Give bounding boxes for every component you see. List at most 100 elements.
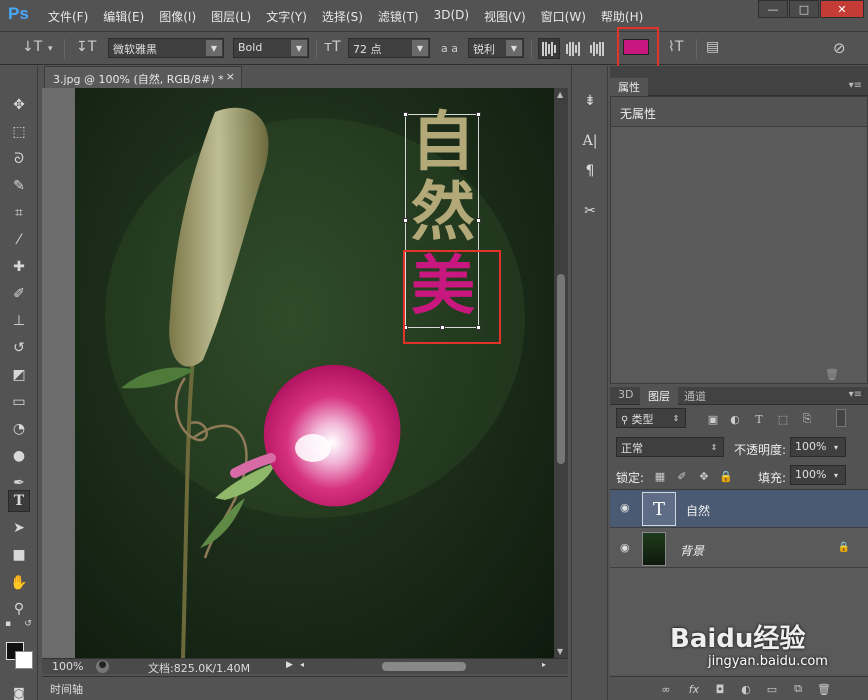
layer-name[interactable]: 自然 xyxy=(686,502,710,519)
menu-filter[interactable]: 滤镜(T) xyxy=(372,8,425,25)
healing-brush-tool-icon[interactable]: ✚ xyxy=(8,256,30,278)
warp-text-icon[interactable]: ⌇T xyxy=(668,39,683,55)
scrollbar-thumb[interactable] xyxy=(557,274,565,464)
photo-canvas[interactable]: 自 然 美 xyxy=(75,88,557,658)
menu-type[interactable]: 文字(Y) xyxy=(260,8,313,25)
quick-mask-icon[interactable]: ◙ xyxy=(8,682,30,700)
align-right-button[interactable] xyxy=(586,38,608,59)
tools-preset-icon[interactable]: ✂ xyxy=(578,200,602,222)
tab-3d[interactable]: 3D xyxy=(610,387,641,405)
scroll-up-icon[interactable]: ▲ xyxy=(557,90,563,99)
background-color-swatch[interactable] xyxy=(15,651,33,669)
paragraph-panel-icon[interactable]: ¶ xyxy=(578,160,602,182)
panel-menu-icon[interactable]: ▾≡ xyxy=(849,389,862,400)
lock-all-icon[interactable]: 🔒 xyxy=(718,468,734,484)
lock-pixels-icon[interactable]: ✐ xyxy=(674,468,690,484)
history-panel-icon[interactable]: ⇟ xyxy=(578,90,602,112)
font-size-select[interactable]: 72 点 ▼ xyxy=(348,38,430,58)
maximize-button[interactable]: □ xyxy=(789,0,819,18)
adjustment-layer-icon[interactable]: ◐ xyxy=(738,681,754,697)
filter-pixel-icon[interactable]: ▣ xyxy=(705,411,721,427)
menu-select[interactable]: 选择(S) xyxy=(316,8,369,25)
align-left-button[interactable] xyxy=(538,38,560,59)
cancel-icon[interactable]: ⊘ xyxy=(833,39,846,57)
eraser-tool-icon[interactable]: ◩ xyxy=(8,364,30,386)
quick-select-tool-icon[interactable]: ✎ xyxy=(8,175,30,197)
type-tool-icon[interactable]: T xyxy=(8,490,30,512)
tab-layers[interactable]: 图层 xyxy=(640,387,678,405)
filter-shape-icon[interactable]: ⬚ xyxy=(775,411,791,427)
layer-filter-select[interactable]: ⚲ 类型 ⇕ xyxy=(616,408,686,428)
filter-type-icon[interactable]: T xyxy=(751,411,767,427)
add-mask-icon[interactable]: ◘ xyxy=(712,681,728,697)
minimize-button[interactable]: — xyxy=(758,0,788,18)
blur-tool-icon[interactable]: ◔ xyxy=(8,418,30,440)
hand-tool-icon[interactable]: ✋ xyxy=(8,572,30,594)
scroll-left-icon[interactable]: ◂ xyxy=(300,660,304,669)
crop-tool-icon[interactable]: ⌗ xyxy=(8,202,30,224)
menu-view[interactable]: 视图(V) xyxy=(478,8,532,25)
layer-name[interactable]: 背景 xyxy=(680,542,704,559)
panel-menu-icon[interactable]: ▾≡ xyxy=(849,80,862,91)
history-brush-tool-icon[interactable]: ↺ xyxy=(8,337,30,359)
layer-row-background[interactable]: ◉ 背景 🔒 xyxy=(610,530,868,568)
gradient-tool-icon[interactable]: ▭ xyxy=(8,391,30,413)
filter-smart-icon[interactable]: ⎘ xyxy=(799,411,815,427)
link-layers-icon[interactable]: ∞ xyxy=(658,681,674,697)
tab-channels[interactable]: 通道 xyxy=(676,387,714,405)
default-colors-icon[interactable]: ▪ xyxy=(2,618,14,630)
brush-tool-icon[interactable]: ✐ xyxy=(8,283,30,305)
lasso-tool-icon[interactable]: ᘐ xyxy=(8,148,30,170)
font-family-select[interactable]: 微软雅黑 ▼ xyxy=(108,38,224,58)
lock-transparent-icon[interactable]: ▦ xyxy=(652,468,668,484)
eyedropper-tool-icon[interactable]: ⁄ xyxy=(8,229,30,251)
status-arrow-icon[interactable]: ▶ xyxy=(286,660,293,670)
menu-layer[interactable]: 图层(L) xyxy=(205,8,257,25)
stamp-tool-icon[interactable]: ⊥ xyxy=(8,310,30,332)
menu-file[interactable]: 文件(F) xyxy=(42,8,94,25)
align-center-button[interactable] xyxy=(562,38,584,59)
delete-layer-icon[interactable]: 🗑 xyxy=(816,681,832,697)
zoom-level[interactable]: 100% xyxy=(52,660,83,673)
close-button[interactable]: ✕ xyxy=(820,0,864,18)
blend-mode-select[interactable]: 正常 ⇕ xyxy=(616,437,724,457)
zoom-tool-icon[interactable]: ⚲ xyxy=(8,598,30,620)
antialias-select[interactable]: 锐利 ▼ xyxy=(468,38,524,58)
status-menu-icon[interactable]: ● xyxy=(96,660,109,673)
menu-edit[interactable]: 编辑(E) xyxy=(97,8,150,25)
document-tab[interactable]: 3.jpg @ 100% (自然, RGB/8#) * × xyxy=(44,66,242,88)
filter-toggle[interactable] xyxy=(836,409,846,427)
tab-properties[interactable]: 属性 xyxy=(610,78,648,96)
opacity-input[interactable]: 100% ▾ xyxy=(790,437,846,457)
new-group-icon[interactable]: ▭ xyxy=(764,681,780,697)
horizontal-scrollbar-thumb[interactable] xyxy=(382,662,466,671)
menu-help[interactable]: 帮助(H) xyxy=(595,8,649,25)
trash-icon[interactable]: 🗑 xyxy=(825,368,839,381)
marquee-tool-icon[interactable]: ⬚ xyxy=(8,121,30,143)
fx-icon[interactable]: fx xyxy=(686,681,702,697)
menu-window[interactable]: 窗口(W) xyxy=(535,8,592,25)
fill-input[interactable]: 100% ▾ xyxy=(790,465,846,485)
vertical-scrollbar[interactable]: ▲ ▼ xyxy=(554,88,568,658)
filter-adjust-icon[interactable]: ◐ xyxy=(727,411,743,427)
menu-3d[interactable]: 3D(D) xyxy=(428,8,475,25)
timeline-label[interactable]: 时间轴 xyxy=(50,681,83,697)
type-tool-preset-icon[interactable]: ↓T xyxy=(22,39,42,55)
text-orientation-icon[interactable]: ↧T xyxy=(76,39,96,55)
close-icon[interactable]: × xyxy=(226,70,235,83)
eye-icon[interactable]: ◉ xyxy=(620,542,632,553)
lock-position-icon[interactable]: ✥ xyxy=(696,468,712,484)
path-select-tool-icon[interactable]: ➤ xyxy=(8,517,30,539)
dodge-tool-icon[interactable]: ● xyxy=(8,445,30,467)
shape-tool-icon[interactable]: ■ xyxy=(8,544,30,566)
scroll-down-icon[interactable]: ▼ xyxy=(557,647,563,656)
layer-row-text[interactable]: ◉ T 自然 xyxy=(610,490,868,528)
eye-icon[interactable]: ◉ xyxy=(620,502,632,513)
swap-colors-icon[interactable]: ↺ xyxy=(22,618,34,630)
canvas-area[interactable]: 自 然 美 xyxy=(42,88,568,658)
move-tool-icon[interactable]: ✥ xyxy=(8,94,30,116)
preset-dropdown-icon[interactable]: ▾ xyxy=(48,44,53,54)
menu-image[interactable]: 图像(I) xyxy=(153,8,202,25)
font-style-select[interactable]: Bold ▼ xyxy=(233,38,309,58)
character-panel-icon[interactable]: A| xyxy=(578,130,602,152)
